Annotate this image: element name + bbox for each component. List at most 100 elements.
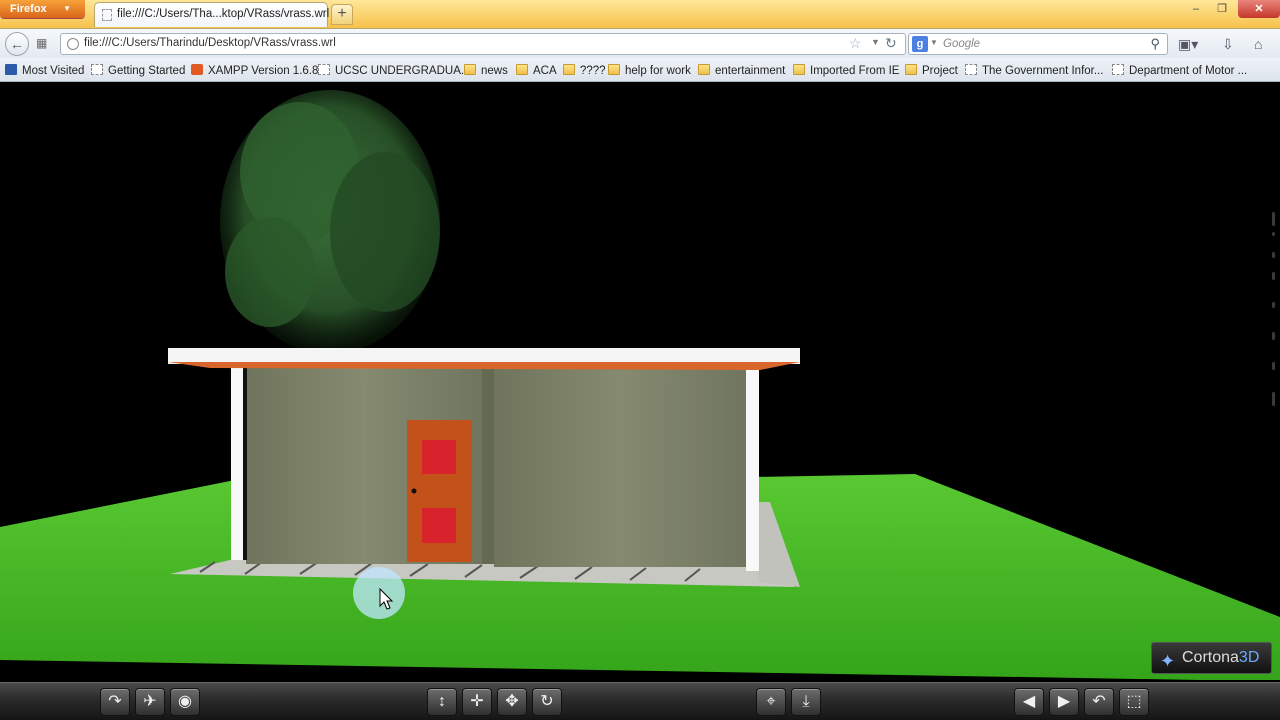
bookmark-label: Imported From IE	[810, 65, 900, 77]
bookmarks-toolbar: Most Visited Getting Started XAMPP Version…	[0, 58, 1280, 82]
bookmark-item[interactable]: Project	[905, 63, 958, 79]
viewer-scrollbar[interactable]	[1268, 182, 1280, 682]
study-button[interactable]: ◉	[170, 688, 200, 716]
download-icon[interactable]: ⇩	[1222, 36, 1234, 53]
bookmark-item[interactable]: XAMPP Version 1.6.8	[191, 63, 318, 79]
page-icon	[1112, 64, 1124, 75]
bookmark-star-icon[interactable]: ☆	[849, 35, 862, 52]
folder-icon	[516, 64, 528, 75]
bookmark-item[interactable]: UCSC UNDERGRADUA...	[318, 63, 470, 79]
bookmark-label: XAMPP Version 1.6.8	[208, 65, 319, 77]
bookmark-item[interactable]: ????	[563, 63, 606, 79]
house-wall-right	[494, 364, 747, 567]
bookmark-item[interactable]: Most Visited	[5, 63, 84, 79]
pillar-right	[746, 364, 759, 571]
bookmark-label: entertainment	[715, 65, 786, 77]
bookmarks-menu-icon[interactable]: ▣▾	[1178, 36, 1198, 53]
page-icon	[102, 9, 112, 21]
chevron-down-icon: ▼	[63, 4, 71, 13]
bookmark-label: ACA	[533, 65, 557, 77]
bookmark-label: UCSC UNDERGRADUA...	[335, 65, 471, 77]
new-tab-button[interactable]: +	[331, 4, 353, 25]
search-placeholder: Google	[943, 38, 981, 50]
close-window-button[interactable]: ✕	[1238, 0, 1280, 18]
bookmark-item[interactable]: help for work	[608, 63, 691, 79]
search-icon[interactable]: ⚲	[1150, 36, 1160, 52]
walk-button[interactable]: ↷	[100, 688, 130, 716]
firefox-menu-label: Firefox	[10, 3, 47, 15]
pillar-left	[231, 364, 243, 560]
browser-tab[interactable]: file:///C:/Users/Tha...ktop/VRass/vrass.…	[94, 2, 330, 27]
chevron-down-icon[interactable]: ▼	[871, 37, 880, 47]
back-button[interactable]: ←	[5, 32, 29, 56]
eye-icon: ◉	[178, 693, 192, 710]
wall-corner	[482, 364, 494, 564]
page-menu-icon[interactable]: ▦	[36, 36, 52, 50]
bookmark-item[interactable]: news	[464, 63, 508, 79]
bookmark-item[interactable]: entertainment	[698, 63, 785, 79]
chevron-down-icon[interactable]: ▼	[930, 38, 938, 47]
bookmark-item[interactable]: ACA	[516, 63, 557, 79]
cursor-highlight	[353, 567, 405, 619]
globe-icon	[67, 38, 79, 50]
turn-icon: ✥	[505, 693, 519, 710]
turn-button[interactable]: ✥	[497, 688, 527, 716]
prev-viewpoint-button[interactable]: ◀	[1014, 688, 1044, 716]
pan-button[interactable]: ✛	[462, 688, 492, 716]
bookmark-label: help for work	[625, 65, 691, 77]
folder-icon	[563, 64, 575, 75]
fly-button[interactable]: ✈	[135, 688, 165, 716]
cortona-toolbar: ↷ ✈ ◉ ↕ ✛ ✥ ↻ ⌖ ⤓ ◀ ▶ ↶ ⬚	[0, 682, 1280, 720]
cortona3d-logo: ✦ Cortona3D	[1151, 642, 1272, 674]
target-icon: ⌖	[766, 693, 776, 710]
vrml-viewport[interactable]	[0, 82, 1280, 682]
google-icon[interactable]: g	[912, 36, 928, 52]
restore-button[interactable]: ↶	[1084, 688, 1114, 716]
goto-button[interactable]: ⌖	[756, 688, 786, 716]
next-viewpoint-button[interactable]: ▶	[1049, 688, 1079, 716]
arrow-left-icon: ←	[10, 36, 24, 52]
most-visited-icon	[5, 64, 17, 75]
align-button[interactable]: ⤓	[791, 688, 821, 716]
roll-button[interactable]: ↻	[532, 688, 562, 716]
fit-icon: ⬚	[1126, 693, 1142, 710]
folder-icon	[793, 64, 805, 75]
firefox-menu-button[interactable]: Firefox ▼	[0, 0, 85, 18]
undo-icon: ↶	[1092, 693, 1106, 710]
minimize-button[interactable]: –	[1183, 0, 1209, 18]
folder-icon	[464, 64, 476, 75]
home-icon[interactable]: ⌂	[1254, 36, 1262, 52]
address-bar[interactable]: file:///C:/Users/Tharindu/Desktop/VRass/…	[60, 33, 906, 55]
title-bar: Firefox ▼ file:///C:/Users/Tha...ktop/VR…	[0, 0, 1280, 28]
search-bar[interactable]: g ▼ Google ⚲	[908, 33, 1168, 55]
plan-arrows-icon: ↕	[438, 693, 446, 710]
xampp-icon	[191, 64, 203, 75]
pillar-left-shadow	[243, 364, 247, 560]
fit-button[interactable]: ⬚	[1119, 688, 1149, 716]
page-icon	[91, 64, 103, 75]
bookmark-item[interactable]: Getting Started	[91, 63, 185, 79]
triangle-left-icon: ◀	[1022, 693, 1036, 710]
bookmark-label: The Government Infor...	[982, 65, 1104, 77]
page-icon	[965, 64, 977, 75]
bookmark-item[interactable]: Imported From IE	[793, 63, 899, 79]
tab-title: file:///C:/Users/Tha...ktop/VRass/vrass.…	[117, 8, 330, 20]
bookmark-item[interactable]: The Government Infor...	[965, 63, 1103, 79]
walk-icon: ↷	[108, 693, 122, 710]
bookmark-label: Department of Motor ...	[1129, 65, 1248, 77]
bookmark-label: ????	[580, 65, 606, 77]
logo-text: Cortona	[1182, 649, 1239, 666]
bookmark-item[interactable]: Department of Motor ...	[1112, 63, 1247, 79]
door-knob	[411, 488, 417, 494]
pan-cross-icon: ✛	[470, 693, 484, 710]
bookmark-label: Getting Started	[108, 65, 186, 77]
logo-suffix: 3D	[1238, 649, 1260, 666]
reload-icon[interactable]: ↻	[885, 35, 897, 52]
plan-button[interactable]: ↕	[427, 688, 457, 716]
folder-icon	[905, 64, 917, 75]
url-text: file:///C:/Users/Tharindu/Desktop/VRass/…	[84, 37, 336, 49]
navigation-bar: ← ▦ file:///C:/Users/Tharindu/Desktop/VR…	[0, 28, 1280, 58]
restore-window-button[interactable]: ❐	[1209, 0, 1235, 18]
door-panel-bottom	[422, 508, 456, 543]
folder-icon	[608, 64, 620, 75]
